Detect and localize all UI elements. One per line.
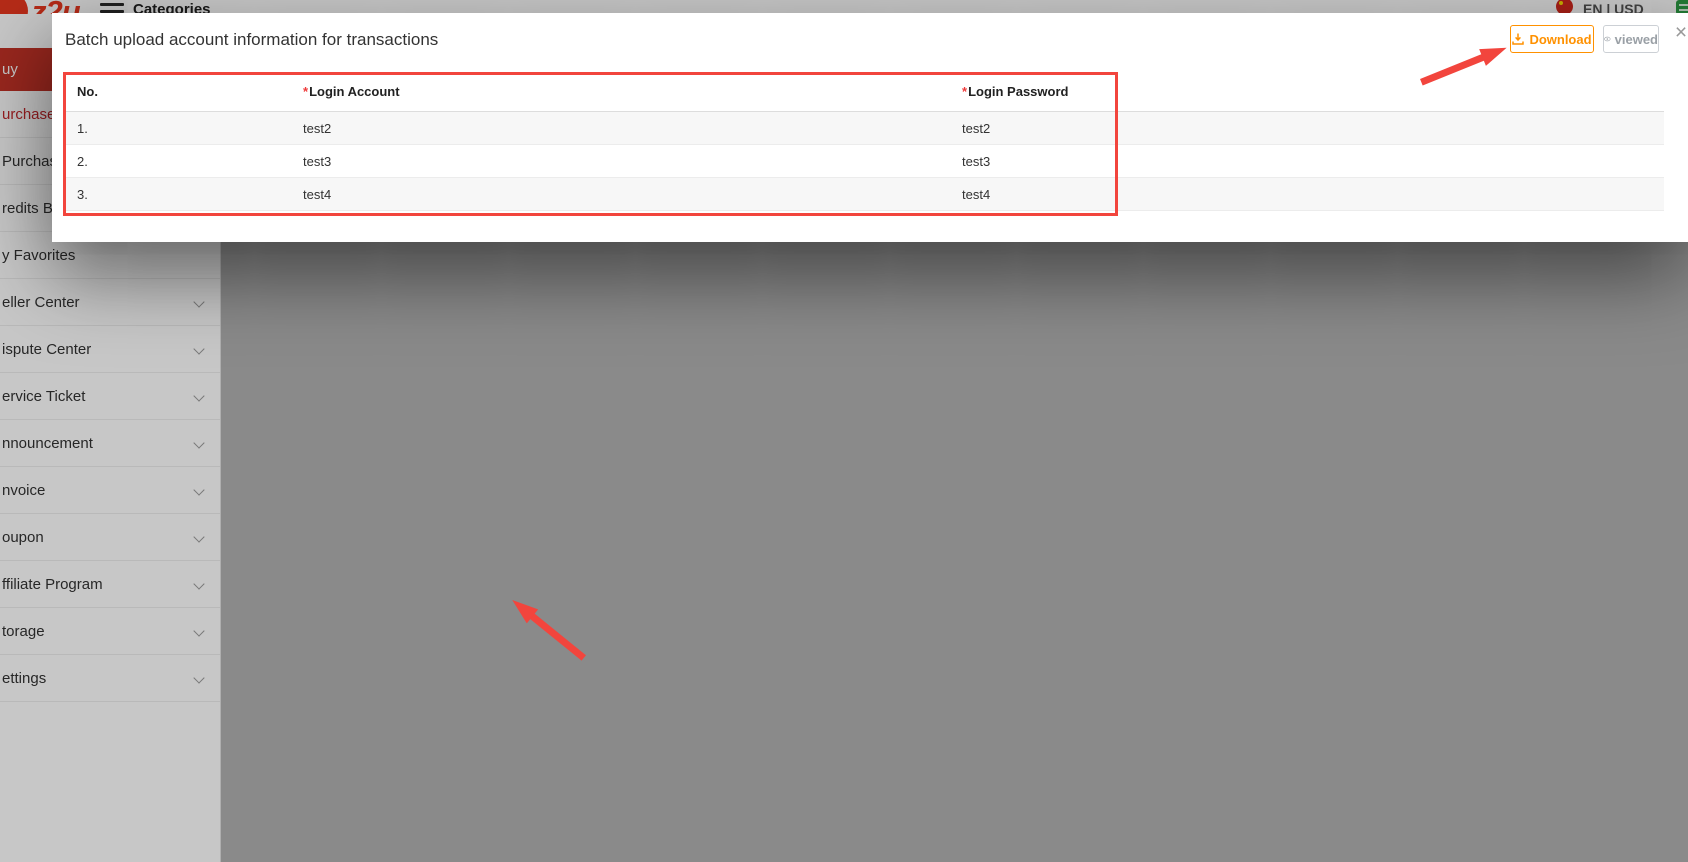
viewed-label: viewed	[1614, 31, 1658, 47]
table-row: 3. test4 test4	[64, 178, 1664, 211]
row-number: 2.	[77, 153, 88, 169]
table-row: 2. test3 test3	[64, 145, 1664, 178]
modal-title: Batch upload account information for tra…	[65, 30, 439, 49]
viewed-button[interactable]: viewed	[1603, 25, 1659, 53]
login-account-cell: test4	[303, 186, 332, 202]
batch-upload-modal: Batch upload account information for tra…	[52, 13, 1688, 242]
download-button[interactable]: Download	[1510, 25, 1594, 53]
screen: z2u Categories EN | USD uy urchase Purch…	[0, 0, 1688, 862]
required-mark: *	[303, 84, 309, 99]
required-mark: *	[962, 84, 968, 99]
column-header-login-account: *Login Account	[303, 84, 400, 99]
login-password-cell: test2	[962, 120, 991, 136]
table-header-row: No. *Login Account *Login Password	[64, 72, 1664, 112]
accounts-table: No. *Login Account *Login Password 1. te…	[64, 72, 1664, 211]
column-header-login-password: *Login Password	[962, 84, 1069, 99]
eye-icon	[1604, 36, 1611, 42]
table-row: 1. test2 test2	[64, 112, 1664, 145]
download-label: Download	[1529, 31, 1592, 47]
row-number: 3.	[77, 186, 88, 202]
login-account-cell: test2	[303, 120, 332, 136]
close-icon[interactable]: ×	[1669, 21, 1688, 45]
download-icon	[1512, 33, 1525, 45]
row-number: 1.	[77, 120, 88, 136]
login-password-cell: test3	[962, 153, 991, 169]
login-account-cell: test3	[303, 153, 332, 169]
column-header-no: No.	[77, 84, 98, 99]
login-password-cell: test4	[962, 186, 991, 202]
